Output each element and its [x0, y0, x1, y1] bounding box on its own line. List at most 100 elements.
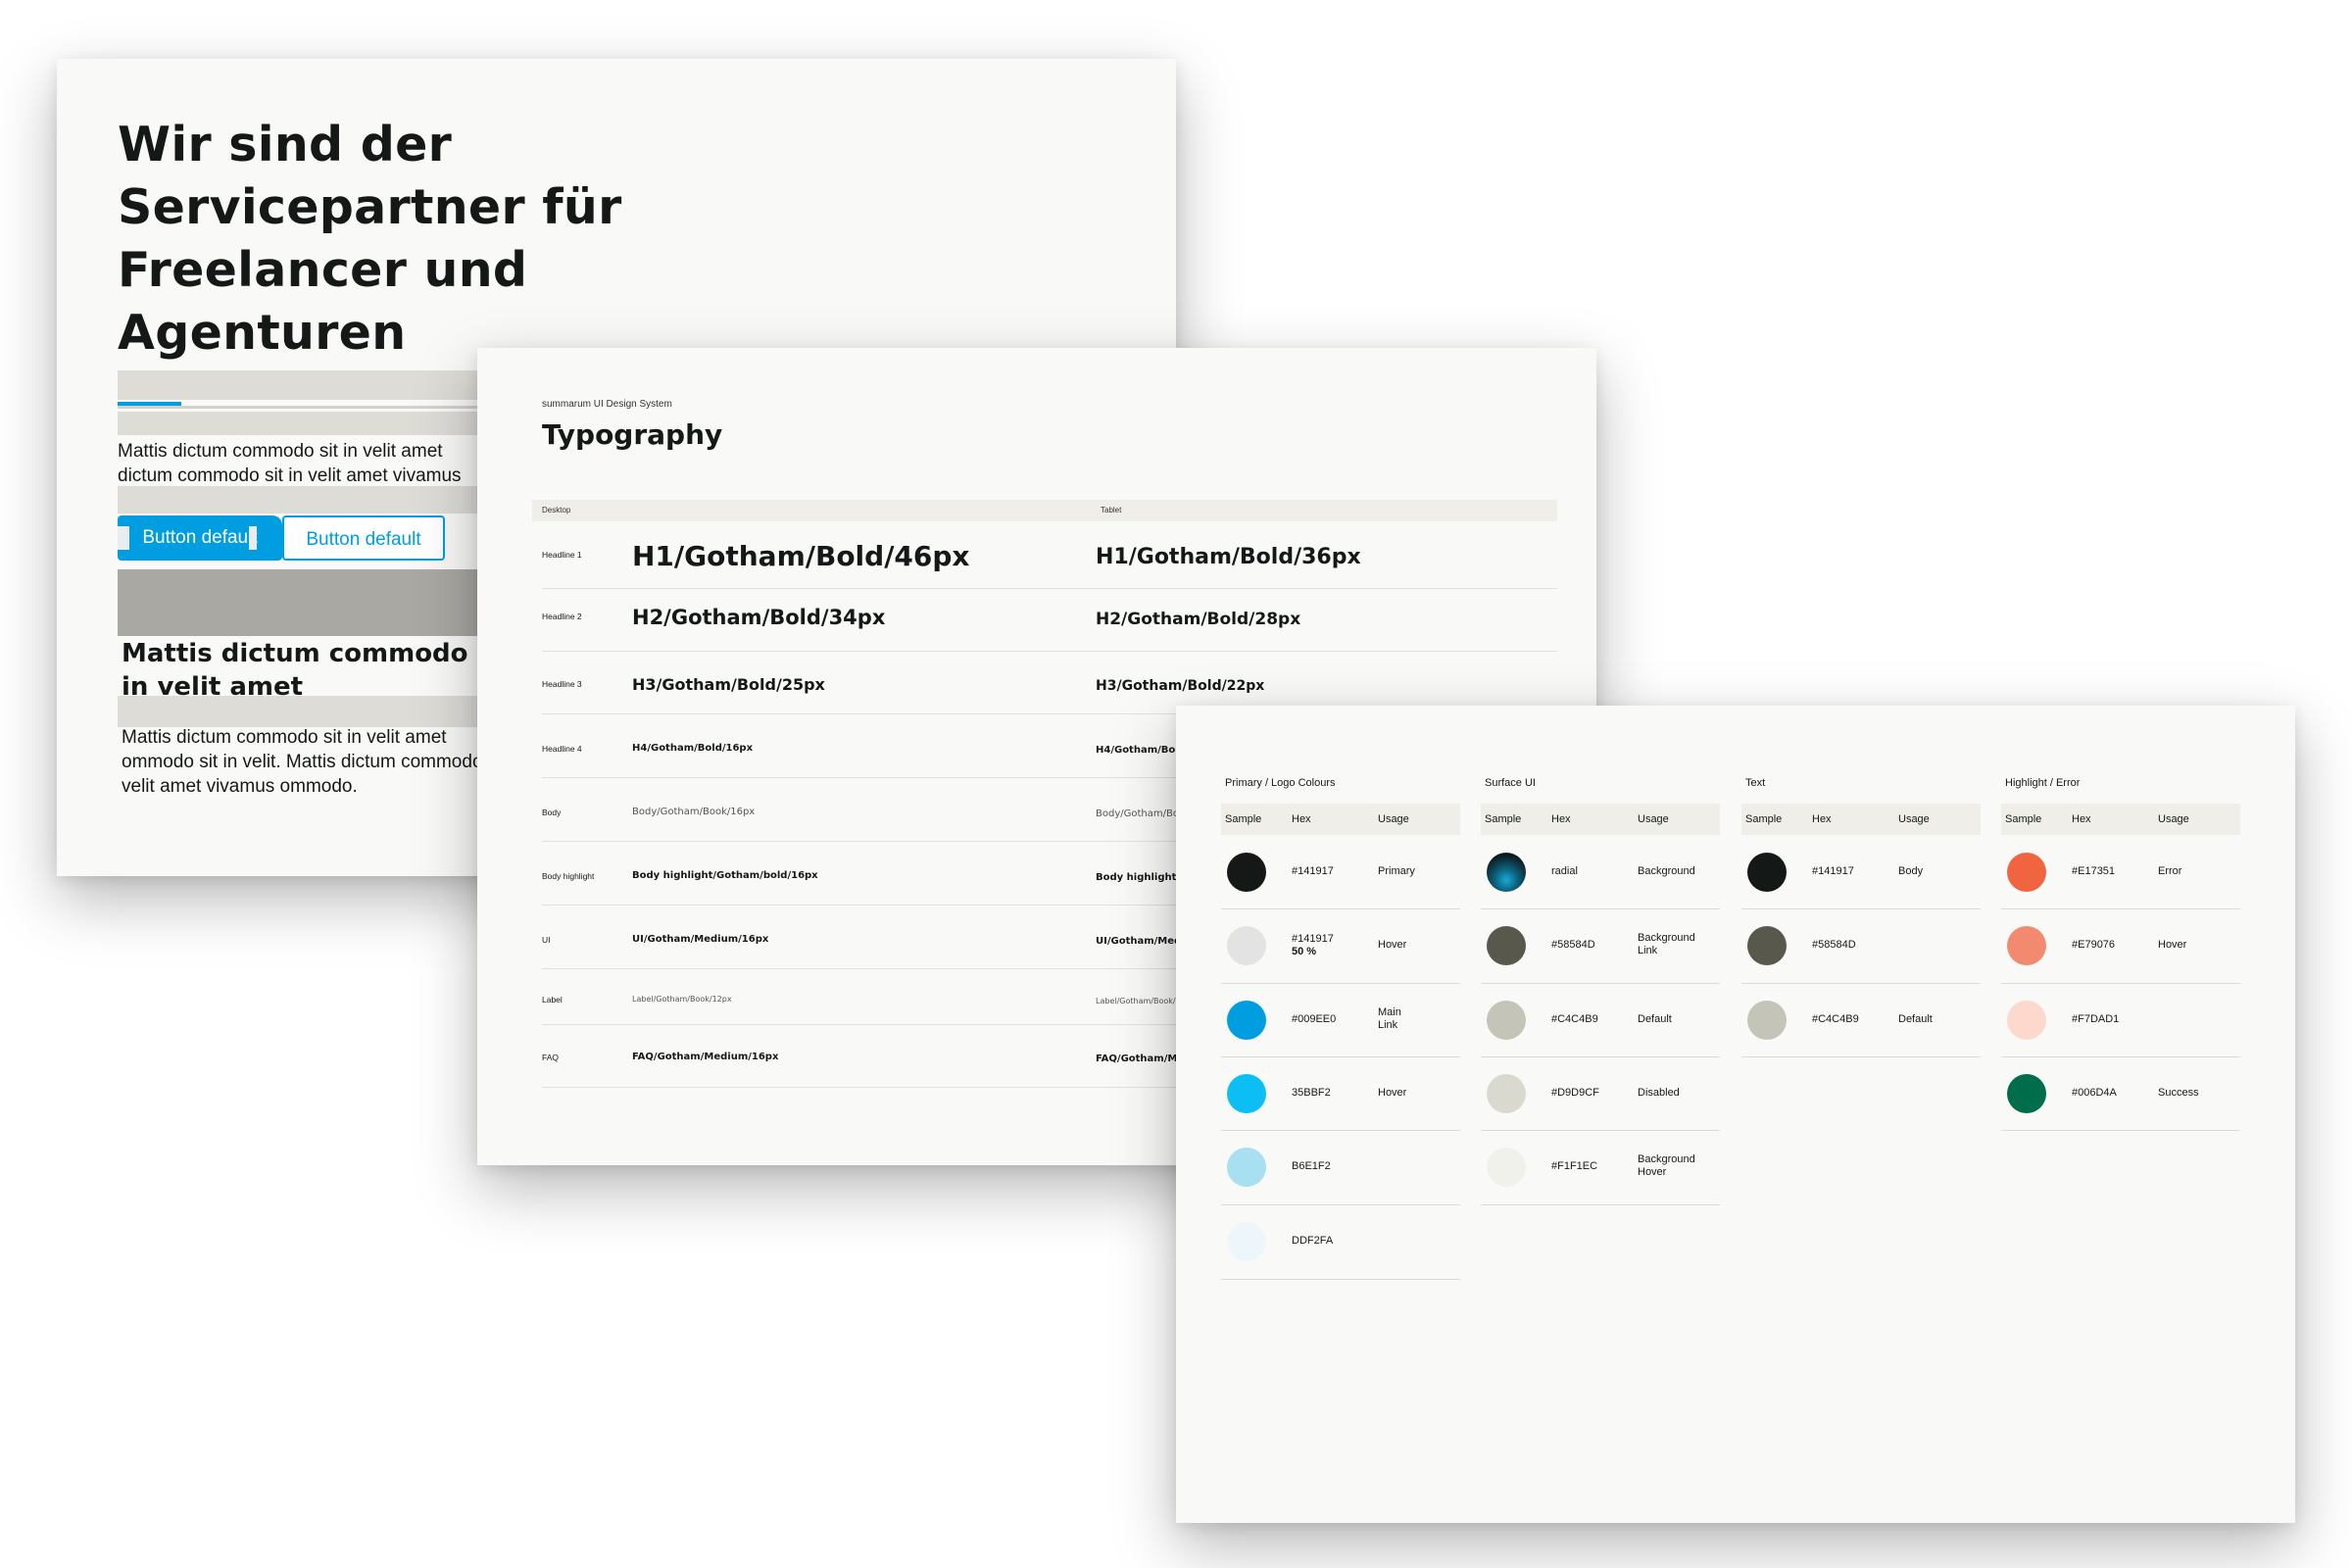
color-hex: #006D4A: [2072, 1086, 2117, 1099]
color-hex: #F1F1EC: [1551, 1160, 1598, 1172]
page-title: Typography: [542, 418, 723, 451]
color-swatch-row: #F7DAD1: [2001, 983, 2240, 1057]
color-swatch: [1487, 1073, 1526, 1113]
color-usage: Success: [2158, 1086, 2199, 1099]
typography-style-name: FAQ: [542, 1052, 560, 1062]
color-swatch-row: #C4C4B9 Default: [1481, 983, 1720, 1057]
color-usage: Background Hover: [1638, 1153, 1695, 1178]
color-swatch: [1747, 852, 1787, 892]
typography-style-name: UI: [542, 934, 551, 945]
button-focus-marker: [118, 526, 129, 550]
typography-sample-desktop: UI/Gotham/Medium/16px: [632, 934, 769, 945]
color-swatch: [2007, 1073, 2046, 1113]
color-hex: #58584D: [1812, 939, 1856, 951]
placeholder-bar: [118, 696, 539, 727]
color-hex: #E79076: [2072, 939, 2116, 951]
color-swatch-row: #141917 50 % Hover: [1221, 908, 1460, 984]
placeholder-bar: [118, 412, 539, 435]
color-swatch-row: #58584D: [1741, 908, 1981, 984]
typography-style-name: Headline 1: [542, 549, 582, 560]
color-swatch: [1227, 1000, 1266, 1040]
progress-fill: [118, 402, 181, 406]
color-swatch-row: #58584D Background Link: [1481, 908, 1720, 984]
color-usage: Default: [1638, 1012, 1672, 1025]
hero-title: Wir sind der Servicepartner für Freelanc…: [118, 117, 622, 361]
color-swatch-row: #141917 Body: [1741, 835, 1981, 909]
color-swatch-row: #009EE0 Main Link: [1221, 983, 1460, 1057]
color-table-header: Sample Hex Usage: [1221, 804, 1460, 835]
color-hex-note: 50 %: [1292, 946, 1317, 957]
color-hex: B6E1F2: [1292, 1160, 1331, 1172]
typography-style-name: Headline 2: [542, 612, 582, 622]
color-swatch: [1487, 852, 1526, 892]
typography-sample-desktop: Body/Gotham/Book/16px: [632, 807, 756, 817]
column-header-hex: Hex: [1292, 813, 1311, 825]
eyebrow-label: summarum UI Design System: [542, 399, 672, 410]
column-header-hex: Hex: [1551, 813, 1571, 825]
typography-style-name: Body: [542, 807, 562, 817]
body-text-line: velit amet vivamus ommodo.: [122, 776, 358, 797]
column-header-hex: Hex: [1812, 813, 1832, 825]
color-swatch-row: radial Background: [1481, 835, 1720, 909]
color-hex: #F7DAD1: [2072, 1012, 2120, 1025]
color-usage: Body: [1898, 864, 1924, 877]
color-swatch-row: #E79076 Hover: [2001, 908, 2240, 984]
column-header-usage: Usage: [1898, 813, 1930, 825]
color-usage: Background: [1638, 864, 1695, 877]
typography-row: Headline 1 H1/Gotham/Bold/46px H1/Gotham/B…: [542, 522, 1557, 589]
column-header-sample: Sample: [1745, 813, 1783, 825]
primary-button[interactable]: Button default: [118, 515, 282, 561]
color-swatch: [1227, 1222, 1266, 1261]
color-hex: radial: [1551, 864, 1578, 877]
color-swatch: [1227, 1073, 1266, 1113]
color-swatch: [1227, 852, 1266, 892]
color-swatch: [1487, 926, 1526, 965]
color-group-title: Primary / Logo Colours: [1225, 777, 1336, 789]
color-swatch-row: DDF2FA: [1221, 1204, 1460, 1280]
color-group-title: Text: [1745, 777, 1766, 789]
typography-sample-desktop: H4/Gotham/Bold/16px: [632, 743, 754, 754]
color-usage: Main Link: [1378, 1005, 1401, 1031]
color-usage: Error: [2158, 864, 2182, 877]
color-hex: DDF2FA: [1292, 1235, 1334, 1247]
column-header-sample: Sample: [2005, 813, 2042, 825]
body-text-line: dictum commodo sit in velit amet vivamus: [118, 466, 462, 486]
color-usage: Hover: [1378, 1086, 1407, 1099]
color-usage: Disabled: [1638, 1086, 1680, 1099]
typography-sample-tablet: H2/Gotham/Bold/28px: [1096, 610, 1301, 629]
color-hex: #D9D9CF: [1551, 1086, 1599, 1099]
placeholder-bar: [118, 370, 539, 400]
color-swatch-row: #141917 Primary: [1221, 835, 1460, 909]
color-usage: Default: [1898, 1012, 1933, 1025]
body-text-line: ommodo sit in velit. Mattis dictum commo…: [122, 752, 483, 772]
color-swatch: [1747, 1000, 1787, 1040]
typography-sample-desktop: H3/Gotham/Bold/25px: [632, 675, 825, 694]
color-swatch: [1747, 926, 1787, 965]
color-hex: #141917: [1292, 933, 1334, 945]
color-table-header: Sample Hex Usage: [1741, 804, 1981, 835]
color-hex: #E17351: [2072, 864, 2116, 877]
color-group-title: Surface UI: [1485, 777, 1536, 789]
typography-style-name: Headline 3: [542, 678, 582, 689]
column-header-usage: Usage: [1638, 813, 1669, 825]
typography-sample-desktop: Body highlight/Gotham/bold/16px: [632, 870, 818, 881]
color-hex: #141917: [1292, 864, 1334, 877]
color-hex: #58584D: [1551, 939, 1595, 951]
typography-table-header: Desktop Tablet: [532, 500, 1557, 521]
color-swatch: [2007, 1000, 2046, 1040]
color-hex: #C4C4B9: [1551, 1012, 1598, 1025]
color-swatch-row: #006D4A Success: [2001, 1056, 2240, 1131]
typography-sample-tablet: H3/Gotham/Bold/22px: [1096, 678, 1265, 694]
typography-sample-tablet: H1/Gotham/Bold/36px: [1096, 545, 1361, 569]
color-swatch-row: B6E1F2: [1221, 1130, 1460, 1205]
progress-track: [118, 406, 539, 409]
color-table-header: Sample Hex Usage: [1481, 804, 1720, 835]
color-usage: Hover: [1378, 939, 1407, 951]
color-hex: #009EE0: [1292, 1012, 1337, 1025]
typography-sample-desktop: H2/Gotham/Bold/34px: [632, 606, 886, 629]
color-hex: 35BBF2: [1292, 1086, 1331, 1099]
color-usage: Background Link: [1638, 932, 1695, 956]
color-swatch: [1487, 1148, 1526, 1187]
secondary-button[interactable]: Button default: [282, 515, 445, 561]
column-header-sample: Sample: [1485, 813, 1522, 825]
